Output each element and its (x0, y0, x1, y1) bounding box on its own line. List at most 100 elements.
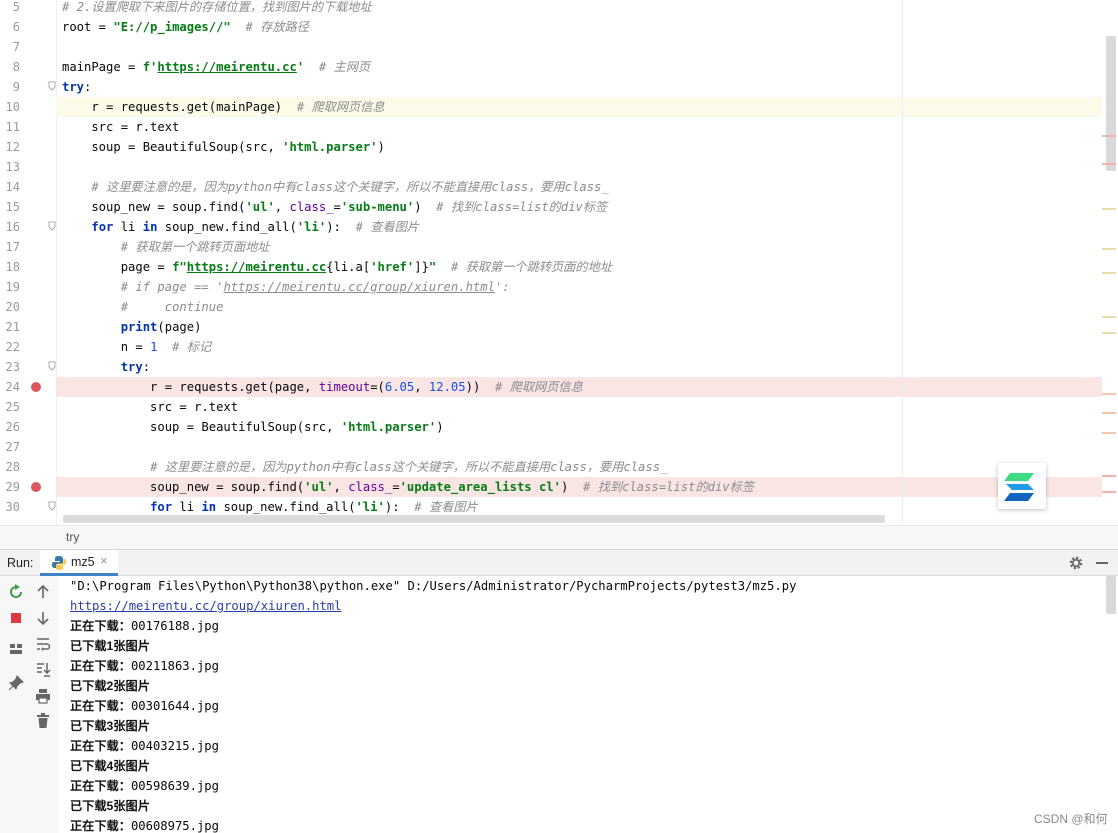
gutter-line[interactable]: 24 (0, 377, 56, 397)
gutter-line[interactable]: 7 (0, 37, 56, 57)
pin-icon[interactable] (7, 674, 25, 692)
arrow-up-icon[interactable] (34, 583, 52, 601)
console-link[interactable]: https://meirentu.cc/group/xiuren.html (70, 599, 342, 613)
gutter-line[interactable]: 5 (0, 0, 56, 17)
code-line[interactable]: src = r.text (56, 117, 1102, 137)
code-line[interactable]: r = requests.get(page, timeout=(6.05, 12… (56, 377, 1102, 397)
code-line[interactable]: page = f"https://meirentu.cc{li.a['href'… (56, 257, 1102, 277)
console-scrollbar[interactable] (1106, 576, 1116, 614)
code-line[interactable]: for li in soup_new.find_all('li'): # 查看图… (56, 497, 1102, 517)
code-line[interactable]: # 获取第一个跳转页面地址 (56, 237, 1102, 257)
code-line[interactable] (56, 437, 1102, 457)
code-line[interactable]: # continue (56, 297, 1102, 317)
stop-icon[interactable] (7, 609, 25, 627)
gutter-line[interactable]: 26 (0, 417, 56, 437)
code-line[interactable]: soup = BeautifulSoup(src, 'html.parser') (56, 137, 1102, 157)
breakpoint-icon[interactable] (31, 482, 41, 492)
code-line[interactable]: n = 1 # 标记 (56, 337, 1102, 357)
breakpoint-icon[interactable] (31, 382, 41, 392)
gutter-line[interactable]: 15 (0, 197, 56, 217)
error-stripe-mark[interactable] (1102, 491, 1116, 493)
code-token: try (120, 360, 143, 374)
warning-stripe-mark[interactable] (1102, 272, 1116, 274)
gutter-line[interactable]: 6 (0, 17, 56, 37)
gutter-line[interactable]: 25 (0, 397, 56, 417)
gutter-line[interactable]: 16 (0, 217, 56, 237)
code-line[interactable]: # if page == 'https://meirentu.cc/group/… (56, 277, 1102, 297)
editor-horizontal-scrollbar[interactable] (63, 515, 885, 523)
gear-icon[interactable] (1068, 555, 1084, 571)
warning-stripe-mark[interactable] (1102, 248, 1116, 250)
code-line[interactable]: # 这里要注意的是，因为python中有class这个关键字，所以不能直接用cl… (56, 177, 1102, 197)
gutter-line[interactable]: 13 (0, 157, 56, 177)
code-line[interactable] (56, 37, 1102, 57)
gutter-line[interactable]: 19 (0, 277, 56, 297)
gutter-line[interactable]: 28 (0, 457, 56, 477)
gutter-line[interactable]: 22 (0, 337, 56, 357)
code-line[interactable]: soup_new = soup.find('ul', class_='sub-m… (56, 197, 1102, 217)
code-line[interactable]: soup_new = soup.find('ul', class_='updat… (56, 477, 1102, 497)
error-stripe-mark[interactable] (1102, 412, 1116, 414)
gutter-line[interactable]: 27 (0, 437, 56, 457)
gutter-line[interactable]: 14 (0, 177, 56, 197)
code-line[interactable]: src = r.text (56, 397, 1102, 417)
run-toolwindow-header: Run: mz5 × (0, 549, 1118, 576)
code-line[interactable]: try: (56, 357, 1102, 377)
warning-stripe-mark[interactable] (1102, 208, 1116, 210)
code-line[interactable]: root = "E://p_images//" # 存放路径 (56, 17, 1102, 37)
line-gutter[interactable]: 5 6 7 8 9 10 11 12 13 14 15 16 17 18 19 20 21 22 23 24 25 26 2… (0, 0, 56, 517)
breadcrumb-item[interactable]: try (66, 530, 79, 544)
plugin-floating-icon[interactable] (998, 463, 1046, 509)
warning-stripe-mark[interactable] (1102, 332, 1116, 334)
gutter-line[interactable]: 17 (0, 237, 56, 257)
gutter-line[interactable]: 10 (0, 97, 56, 117)
gutter-line[interactable]: 9 (0, 77, 56, 97)
warning-stripe-mark[interactable] (1102, 316, 1116, 318)
error-stripe-mark[interactable] (1102, 135, 1116, 137)
code-line[interactable]: print(page) (56, 317, 1102, 337)
run-tab-mz5[interactable]: mz5 × (40, 550, 118, 576)
code-token: ) (414, 200, 437, 214)
error-stripe-mark[interactable] (1102, 163, 1116, 165)
code-editor[interactable]: 5 6 7 8 9 10 11 12 13 14 15 16 17 18 19 20 21 22 23 24 25 26 2… (0, 0, 1118, 525)
code-line[interactable]: r = requests.get(mainPage) # 爬取网页信息 (56, 97, 1102, 117)
console-output[interactable]: "D:\Program Files\Python\Python38\python… (58, 576, 1106, 833)
code-line[interactable]: # 2.设置爬取下来图片的存储位置，找到图片的下载地址 (56, 0, 1102, 17)
gutter-line[interactable]: 18 (0, 257, 56, 277)
print-icon[interactable] (34, 687, 52, 705)
gutter-line[interactable]: 30 (0, 497, 56, 517)
code-line[interactable]: soup = BeautifulSoup(src, 'html.parser') (56, 417, 1102, 437)
fold-marker-icon[interactable] (48, 81, 56, 91)
code-line[interactable]: mainPage = f'https://meirentu.cc' # 主网页 (56, 57, 1102, 77)
close-icon[interactable]: × (100, 553, 108, 568)
error-stripe-mark[interactable] (1102, 393, 1116, 395)
code-line[interactable] (56, 157, 1102, 177)
code-line[interactable]: try: (56, 77, 1102, 97)
code-area[interactable]: # 2.设置爬取下来图片的存储位置，找到图片的下载地址 root = "E://p… (56, 0, 1102, 517)
code-token: f" (172, 260, 187, 274)
fold-marker-icon[interactable] (48, 501, 56, 511)
gutter-line[interactable]: 29 (0, 477, 56, 497)
gutter-line[interactable]: 23 (0, 357, 56, 377)
gutter-line[interactable]: 12 (0, 137, 56, 157)
editor-vertical-scrollbar[interactable] (1106, 36, 1116, 171)
minimize-icon[interactable] (1096, 562, 1108, 564)
line-number: 27 (5, 440, 20, 454)
arrow-down-icon[interactable] (34, 609, 52, 627)
gutter-line[interactable]: 21 (0, 317, 56, 337)
error-stripe-mark[interactable] (1102, 475, 1116, 477)
rerun-icon[interactable] (7, 583, 25, 601)
trash-icon[interactable] (34, 712, 52, 730)
error-stripe-mark[interactable] (1102, 432, 1116, 434)
gutter-line[interactable]: 20 (0, 297, 56, 317)
fold-marker-icon[interactable] (48, 361, 56, 371)
fold-marker-icon[interactable] (48, 221, 56, 231)
soft-wrap-icon[interactable] (34, 635, 52, 653)
gutter-line[interactable]: 11 (0, 117, 56, 137)
code-line[interactable]: # 这里要注意的是，因为python中有class这个关键字，所以不能直接用cl… (56, 457, 1102, 477)
layout-icon[interactable] (7, 640, 25, 658)
gutter-line[interactable]: 8 (0, 57, 56, 77)
code-token: # 标记 (172, 340, 212, 354)
code-line[interactable]: for li in soup_new.find_all('li'): # 查看图… (56, 217, 1102, 237)
scroll-to-end-icon[interactable] (34, 660, 52, 678)
